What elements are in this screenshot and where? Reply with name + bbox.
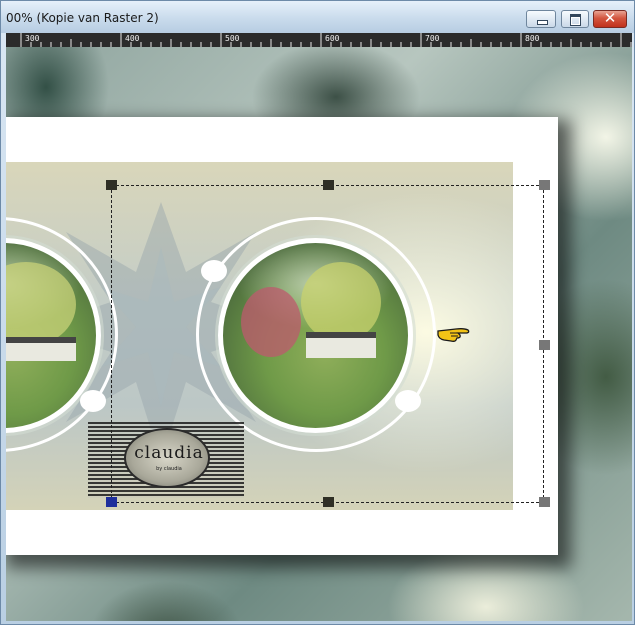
maximize-button[interactable]	[561, 10, 589, 28]
ruler-label: 400	[125, 34, 140, 43]
resize-handle-right[interactable]	[539, 340, 550, 350]
selection-box[interactable]	[106, 180, 550, 507]
pointing-hand-icon	[437, 328, 470, 342]
close-button[interactable]: ✕	[593, 9, 627, 28]
resize-handle-top[interactable]	[323, 180, 334, 190]
ruler-label: 300	[25, 34, 40, 43]
ruler-label: 700	[425, 34, 440, 43]
canvas-workspace[interactable]: claudia by claudia	[6, 47, 632, 621]
window-title: 00% (Kopie van Raster 2)	[6, 11, 159, 25]
resize-handle-bottom[interactable]	[323, 497, 334, 507]
minimize-icon	[537, 20, 548, 25]
resize-handle-bottom-right[interactable]	[539, 497, 550, 507]
pavilion-left	[6, 337, 76, 361]
resize-handle-bottom-left[interactable]	[106, 497, 117, 507]
ruler-label: 500	[225, 34, 240, 43]
title-bar[interactable]: 00% (Kopie van Raster 2) ✕	[1, 1, 634, 33]
maximize-icon	[570, 14, 581, 26]
resize-handle-top-left[interactable]	[106, 180, 117, 190]
app-window: 00% (Kopie van Raster 2) ✕ 300 400 500 6…	[0, 0, 635, 625]
ruler-label: 800	[525, 34, 540, 43]
ruler-label: 600	[325, 34, 340, 43]
white-dot	[80, 390, 106, 412]
minimize-button[interactable]	[526, 10, 556, 28]
close-icon: ✕	[603, 9, 617, 27]
horizontal-ruler: 300 400 500 600 700 800	[6, 33, 632, 47]
resize-handle-top-right[interactable]	[539, 180, 550, 190]
